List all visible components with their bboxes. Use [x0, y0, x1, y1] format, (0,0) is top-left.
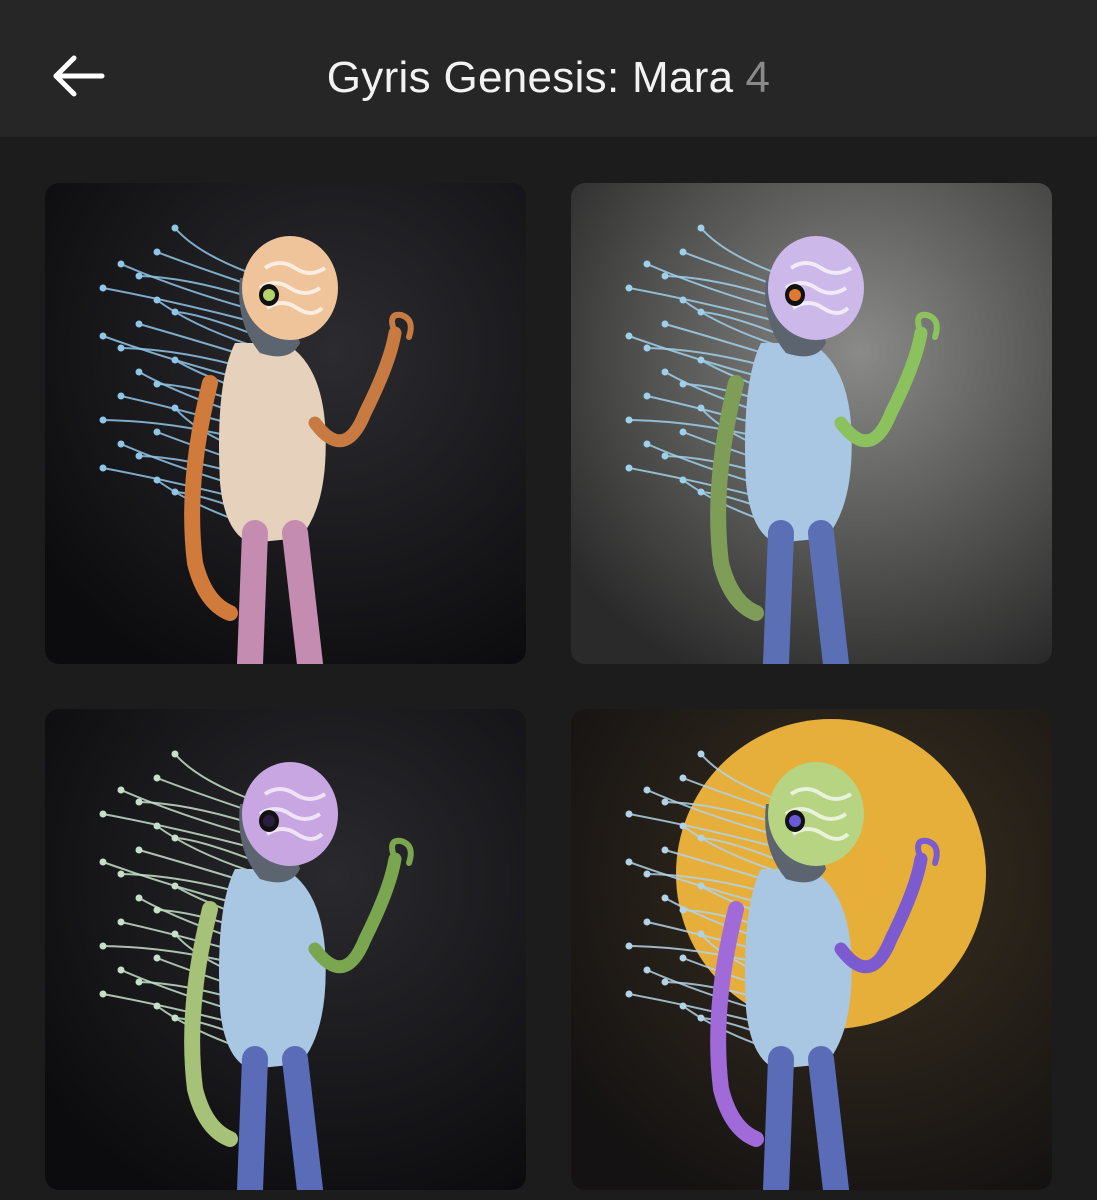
artwork-tile-4[interactable] — [571, 709, 1052, 1190]
top-bar: Gyris Genesis: Mara 4 — [0, 0, 1097, 137]
artwork-tile-2[interactable] — [571, 183, 1052, 664]
artwork-tile-1[interactable] — [45, 183, 526, 664]
artwork-tile-3[interactable] — [45, 709, 526, 1190]
item-count: 4 — [745, 53, 771, 102]
page-title: Gyris Genesis: Mara 4 — [0, 0, 1097, 155]
collection-name: Gyris Genesis: Mara — [326, 53, 734, 102]
